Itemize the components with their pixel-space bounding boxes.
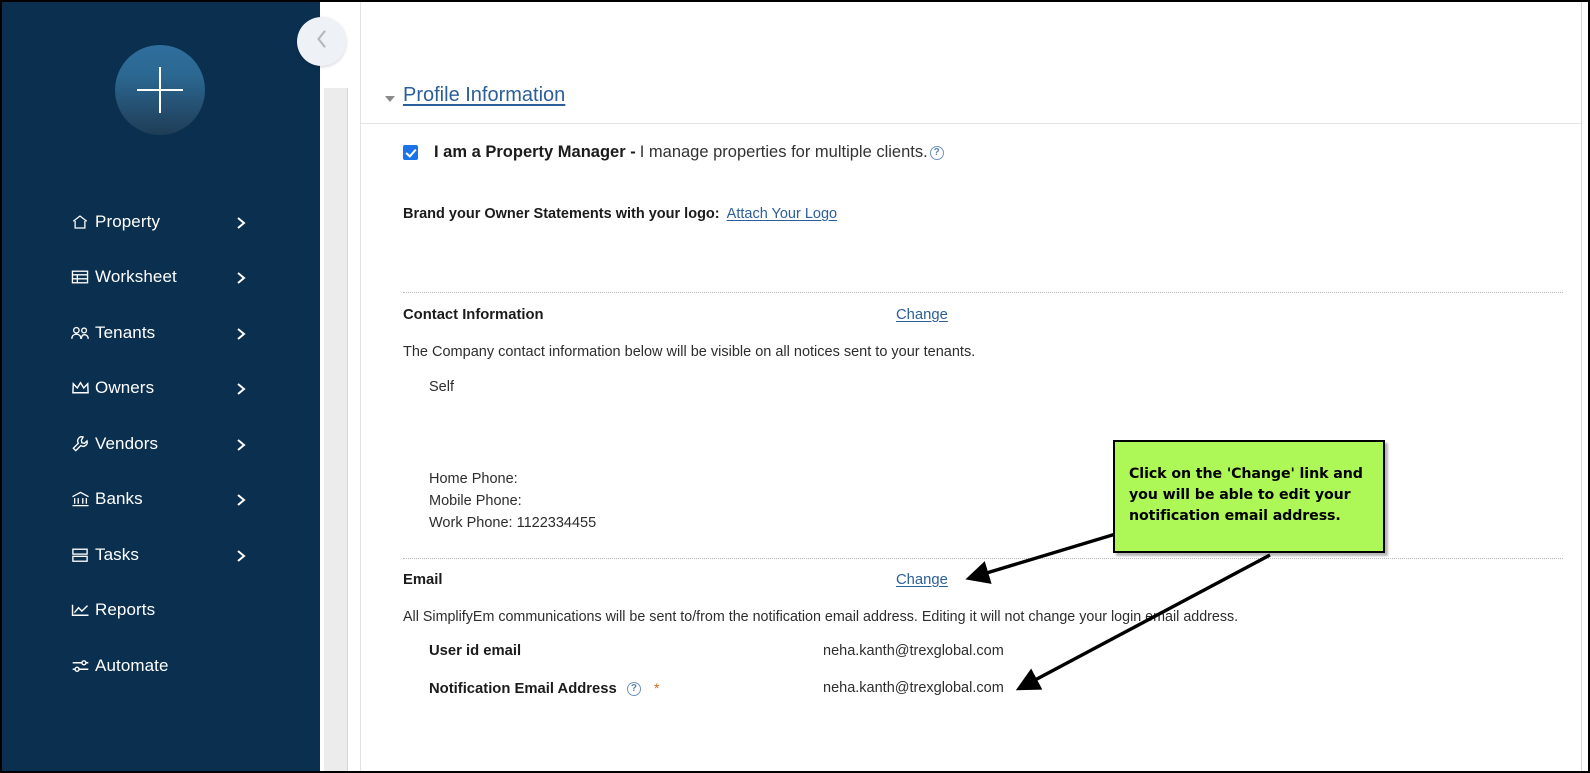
bank-icon xyxy=(70,489,90,509)
contact-information-title: Contact Information xyxy=(403,307,544,323)
help-icon[interactable]: ? xyxy=(930,146,944,160)
sidebar-item-label: Reports xyxy=(95,600,155,620)
vertical-scrollbar[interactable] xyxy=(324,88,348,771)
brand-logo-label: Brand your Owner Statements with your lo… xyxy=(403,206,720,222)
tasks-icon xyxy=(70,545,90,565)
sidebar-item-label: Tenants xyxy=(95,323,155,343)
sidebar-nav: Property Worksheet Tenants xyxy=(2,194,320,694)
divider xyxy=(403,292,1563,293)
divider xyxy=(403,558,1563,559)
contact-change-link[interactable]: Change xyxy=(896,307,948,323)
chevron-left-icon xyxy=(313,28,330,55)
sidebar-item-label: Property xyxy=(95,212,160,232)
contact-name-value: Self xyxy=(429,379,454,395)
sidebar-item-banks[interactable]: Banks xyxy=(2,472,320,528)
wrench-icon xyxy=(70,434,90,454)
chevron-right-icon xyxy=(235,438,247,450)
main-content-panel: Profile Information I am a Property Mana… xyxy=(360,2,1582,773)
contact-description: The Company contact information below wi… xyxy=(403,344,975,360)
plus-icon-vertical xyxy=(159,67,161,113)
phone-block: Home Phone: Mobile Phone: Work Phone: 11… xyxy=(429,468,596,534)
sidebar-item-tasks[interactable]: Tasks xyxy=(2,527,320,583)
email-change-link[interactable]: Change xyxy=(896,572,948,588)
attach-your-logo-link[interactable]: Attach Your Logo xyxy=(727,206,837,222)
profile-section-header: Profile Information xyxy=(361,2,1581,124)
sidebar: Property Worksheet Tenants xyxy=(2,2,320,773)
sidebar-item-property[interactable]: Property xyxy=(2,194,320,250)
app-window: Property Worksheet Tenants xyxy=(0,0,1590,773)
worksheet-icon xyxy=(70,267,90,287)
notification-email-value: neha.kanth@trexglobal.com xyxy=(823,680,1004,696)
email-description: All SimplifyEm communications will be se… xyxy=(403,609,1238,625)
chevron-right-icon xyxy=(235,382,247,394)
chevron-right-icon xyxy=(235,493,247,505)
sidebar-item-label: Automate xyxy=(95,656,169,676)
property-manager-row: I am a Property Manager - I manage prope… xyxy=(403,143,944,162)
property-manager-description: I manage properties for multiple clients… xyxy=(640,143,928,162)
sidebar-item-label: Tasks xyxy=(95,545,139,565)
property-manager-checkbox[interactable] xyxy=(403,145,418,160)
sidebar-item-label: Banks xyxy=(95,489,143,509)
chart-line-icon xyxy=(70,600,90,620)
sliders-icon xyxy=(70,656,90,676)
sidebar-item-worksheet[interactable]: Worksheet xyxy=(2,250,320,306)
collapse-triangle-icon[interactable] xyxy=(385,96,395,102)
sidebar-collapse-button[interactable] xyxy=(297,17,346,66)
home-phone-row: Home Phone: xyxy=(429,468,596,490)
help-icon[interactable]: ? xyxy=(627,682,641,696)
user-id-email-value: neha.kanth@trexglobal.com xyxy=(823,643,1004,659)
add-button[interactable] xyxy=(115,45,205,135)
brand-logo-row: Brand your Owner Statements with your lo… xyxy=(403,206,837,222)
sidebar-item-tenants[interactable]: Tenants xyxy=(2,305,320,361)
required-asterisk: * xyxy=(654,680,659,696)
work-phone-row: Work Phone: 1122334455 xyxy=(429,512,596,534)
sidebar-item-owners[interactable]: Owners xyxy=(2,361,320,417)
crown-icon xyxy=(70,378,90,398)
property-manager-bold-label: I am a Property Manager - xyxy=(434,143,636,162)
sidebar-item-reports[interactable]: Reports xyxy=(2,583,320,639)
notification-email-label-group: Notification Email Address ? * xyxy=(429,680,659,697)
sidebar-item-automate[interactable]: Automate xyxy=(2,638,320,694)
chevron-right-icon xyxy=(235,327,247,339)
sidebar-item-label: Owners xyxy=(95,378,154,398)
sidebar-item-label: Worksheet xyxy=(95,267,177,287)
sidebar-item-label: Vendors xyxy=(95,434,158,454)
people-icon xyxy=(70,323,90,343)
home-icon xyxy=(70,212,90,232)
user-id-email-label: User id email xyxy=(429,643,521,659)
chevron-right-icon xyxy=(235,549,247,561)
sidebar-item-vendors[interactable]: Vendors xyxy=(2,416,320,472)
mobile-phone-row: Mobile Phone: xyxy=(429,490,596,512)
chevron-right-icon xyxy=(235,216,247,228)
page-title[interactable]: Profile Information xyxy=(403,84,565,107)
email-section-title: Email xyxy=(403,572,442,588)
notification-email-label: Notification Email Address xyxy=(429,681,617,697)
chevron-right-icon xyxy=(235,271,247,283)
